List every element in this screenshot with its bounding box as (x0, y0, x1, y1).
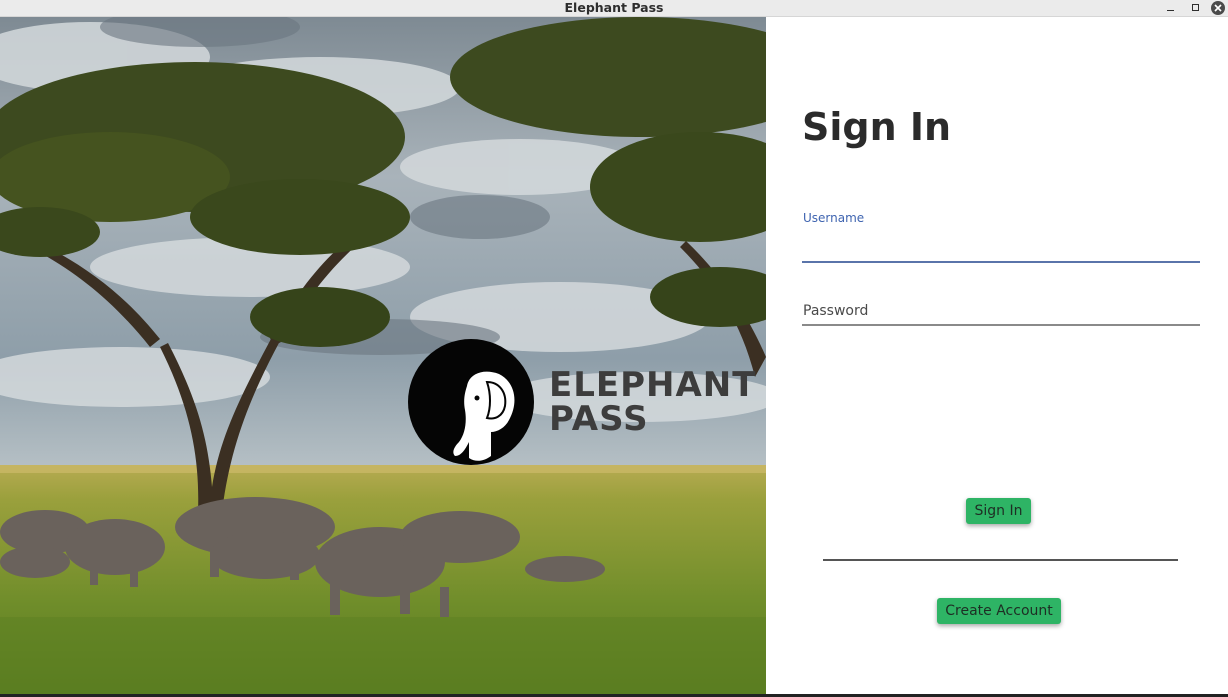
password-input[interactable] (802, 296, 1200, 326)
close-icon (1211, 0, 1225, 15)
page-title: Sign In (802, 105, 952, 149)
password-underline (802, 324, 1200, 326)
window-title: Elephant Pass (564, 0, 664, 15)
password-field[interactable] (802, 292, 1200, 326)
hero-image-panel: ELEPHANT PASS (0, 17, 766, 697)
username-input[interactable] (802, 233, 1200, 263)
minimize-button[interactable] (1161, 0, 1179, 15)
maximize-icon (1191, 4, 1199, 11)
signin-button[interactable]: Sign In (966, 498, 1031, 524)
username-field[interactable]: Username (802, 207, 1200, 263)
maximize-button[interactable] (1186, 0, 1204, 15)
elephant-logo-icon (408, 339, 534, 465)
elephant-pass-logo: ELEPHANT PASS (407, 338, 756, 466)
username-underline (802, 261, 1200, 263)
minimize-icon (1166, 10, 1174, 11)
window-titlebar: Elephant Pass (0, 0, 1228, 17)
close-button[interactable] (1208, 0, 1228, 15)
create-account-button[interactable]: Create Account (937, 598, 1061, 624)
username-label: Username (803, 211, 865, 225)
signin-panel: Sign In Username Sign In Create Account (766, 17, 1228, 697)
brand-line-2: PASS (549, 399, 649, 439)
divider (823, 559, 1178, 561)
brand-line-1: ELEPHANT (549, 365, 757, 405)
